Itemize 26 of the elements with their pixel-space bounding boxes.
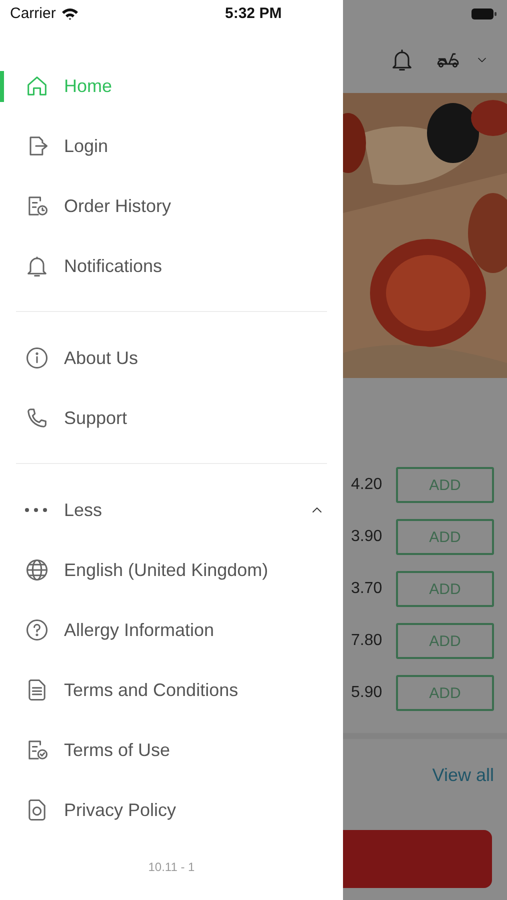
more-icon	[24, 507, 48, 513]
battery-icon	[471, 8, 497, 20]
less-toggle[interactable]: Less	[0, 480, 327, 540]
price-label: 4.20	[351, 476, 382, 494]
menu-item[interactable]: About Us	[0, 328, 327, 388]
checkout-button[interactable]	[343, 830, 492, 888]
menu-item[interactable]: English (United Kingdom)	[0, 540, 327, 600]
menu-item[interactable]: Allergy Information	[0, 600, 327, 660]
menu-item[interactable]: Terms of Use	[0, 720, 327, 780]
menu-item[interactable]: Terms and Conditions	[0, 660, 327, 720]
menu-item[interactable]: Support	[0, 388, 327, 448]
price-label: 7.80	[351, 632, 382, 650]
price-label: 5.90	[351, 684, 382, 702]
menu-item[interactable]: Privacy Policy	[0, 780, 327, 840]
carrier-label: Carrier	[10, 5, 56, 22]
status-time: 5:32 PM	[225, 5, 283, 22]
menu-item[interactable]: Order History	[0, 176, 327, 236]
price-label: 3.70	[351, 580, 382, 598]
info-icon	[24, 345, 50, 371]
price-label: 3.90	[351, 528, 382, 546]
version-label: 10.11 - 1	[148, 860, 195, 874]
wifi-icon	[60, 7, 79, 20]
question-icon	[24, 617, 50, 643]
menu-item[interactable]: Notifications	[0, 236, 327, 296]
globe-icon	[24, 557, 50, 583]
menu-item[interactable]: Login	[0, 116, 327, 176]
